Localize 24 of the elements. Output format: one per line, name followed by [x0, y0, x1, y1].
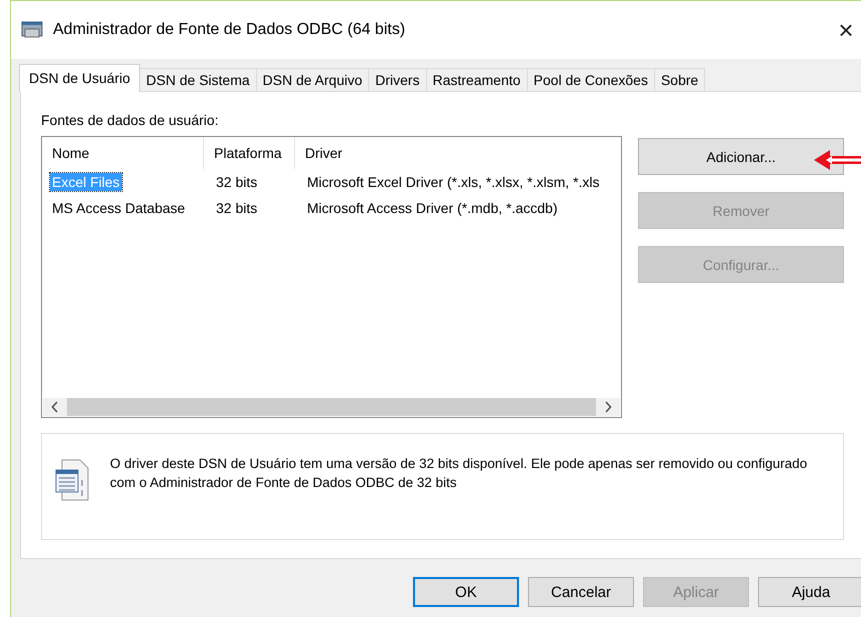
dialog-button[interactable]: Ajuda [758, 577, 861, 607]
table-cell-text: Microsoft Access Driver (*.mdb, *.accdb) [306, 199, 559, 217]
tab[interactable]: Sobre [654, 68, 706, 91]
app-icon [21, 21, 43, 39]
column-header[interactable]: Nome [42, 137, 204, 169]
window-title: Administrador de Fonte de Dados ODBC (64 bits) [53, 21, 406, 39]
close-button[interactable]: × [831, 17, 861, 43]
column-header[interactable]: Plataforma [204, 137, 295, 169]
dialog-button[interactable]: Cancelar [528, 577, 634, 607]
scroll-left-icon[interactable] [51, 401, 59, 413]
table-cell-text: 32 bits [215, 173, 258, 191]
data-file-icon [54, 458, 90, 502]
table-cell-text: 32 bits [215, 199, 258, 217]
dialog-button[interactable]: OK [413, 577, 519, 607]
column-header[interactable]: Driver [295, 137, 621, 169]
action-button[interactable]: Adicionar... [638, 138, 844, 175]
tab[interactable]: DSN de Arquivo [256, 68, 370, 91]
info-text: O driver deste DSN de Usuário tem uma versão de 32 bits disponível. Ele pode apenas ser removido ou configurado com o Administrador de Fonte de Dados ODBC de 32 bits [110, 455, 808, 492]
table-cell-text: Microsoft Excel Driver (*.xls, *.xlsx, *.xlsm, *.xls [306, 173, 600, 191]
table-cell[interactable]: MS Access Database [50, 199, 188, 217]
list-label: Fontes de dados de usuário: [41, 112, 220, 128]
horizontal-scrollbar[interactable] [43, 398, 620, 416]
tab[interactable]: DSN de Usuário [19, 64, 140, 92]
scroll-right-icon[interactable] [604, 401, 612, 413]
